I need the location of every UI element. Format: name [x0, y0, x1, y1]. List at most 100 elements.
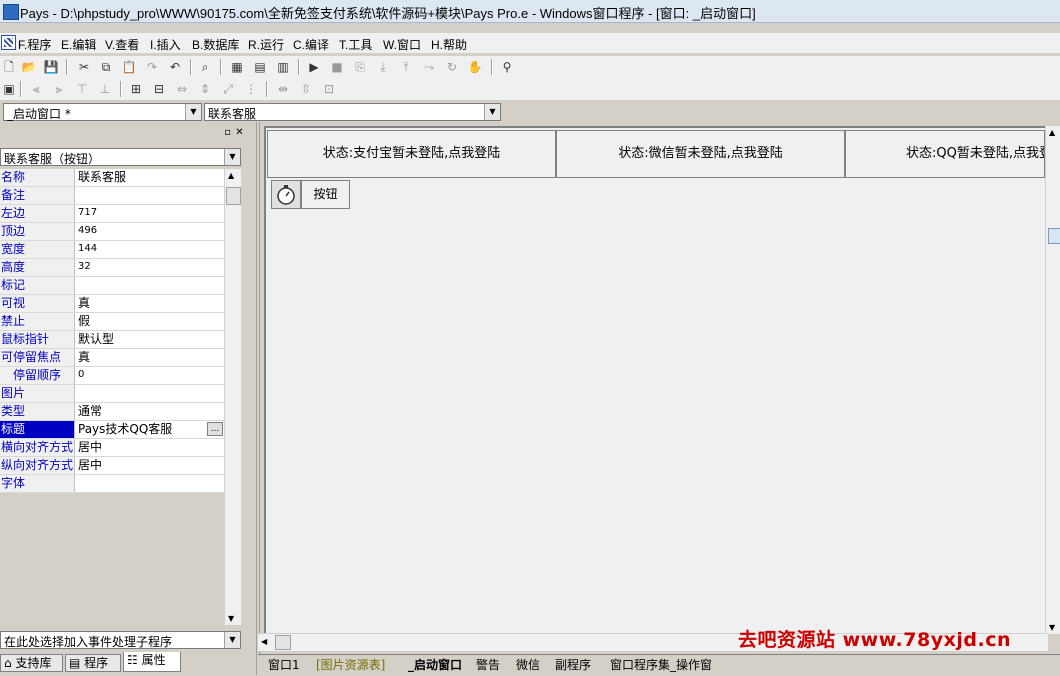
step2-icon[interactable]: ⤓ — [375, 59, 391, 75]
scroll-thumb[interactable] — [1048, 228, 1060, 244]
open-icon[interactable]: 📂 — [21, 59, 37, 75]
tab-support-library[interactable]: ⌂ 支持库 — [0, 654, 63, 672]
tab-startup-window[interactable]: _启动窗口 — [404, 656, 466, 674]
property-row[interactable]: 停留顺序 0 — [0, 367, 224, 385]
property-value[interactable]: 717 — [76, 205, 224, 222]
tab-program[interactable]: ▤ 程序 — [65, 654, 121, 672]
scroll-up-icon[interactable]: ▲ — [228, 171, 234, 180]
step4-icon[interactable]: ⤳ — [421, 59, 437, 75]
property-value[interactable]: 居中 — [76, 439, 224, 456]
scroll-thumb[interactable] — [226, 187, 241, 205]
menu-view[interactable]: V.查看 — [105, 36, 139, 53]
step1-icon[interactable]: ⎘ — [352, 59, 368, 75]
property-row[interactable]: 类型 通常 — [0, 403, 224, 421]
run-icon[interactable]: ▶ — [306, 59, 322, 75]
space-v-icon[interactable]: ⋮ — [243, 81, 259, 97]
redo-icon[interactable]: ↷ — [144, 59, 160, 75]
property-scrollbar[interactable]: ▲ ▼ — [224, 169, 241, 625]
restore-icon[interactable]: ▫ — [222, 127, 233, 138]
same-size-icon[interactable]: ⤢ — [220, 81, 236, 97]
qq-status-label[interactable]: 状态:QQ暂未登陆,点我登陆 — [845, 130, 1045, 178]
menu-window[interactable]: W.窗口 — [383, 36, 421, 53]
property-row-selected[interactable]: 标题 Pays技术QQ客服... — [0, 421, 224, 439]
align-top-icon[interactable]: ⊤ — [74, 81, 90, 97]
control-selector[interactable]: 联系客服 ▼ — [204, 103, 501, 121]
timer-control[interactable] — [271, 180, 301, 209]
property-value[interactable] — [76, 475, 224, 492]
property-row[interactable]: 备注 — [0, 187, 224, 205]
align-right-icon[interactable]: ⫸ — [51, 81, 67, 97]
menu-run[interactable]: R.运行 — [248, 36, 284, 53]
cut-icon[interactable]: ✂ — [76, 59, 92, 75]
form-designer-canvas[interactable] — [264, 126, 1060, 634]
window-selector[interactable]: _启动窗口 * ▼ — [3, 103, 202, 121]
property-row[interactable]: 宽度 144 — [0, 241, 224, 259]
tab-image-resources[interactable]: [图片资源表] — [312, 656, 389, 674]
layout1-icon[interactable]: ▦ — [229, 59, 245, 75]
scroll-thumb[interactable] — [275, 635, 291, 650]
save-icon[interactable]: 💾 — [43, 59, 59, 75]
button-control[interactable]: 按钮 — [301, 180, 350, 209]
center-h-icon[interactable]: ⊞ — [128, 81, 144, 97]
menu-compile[interactable]: C.编译 — [293, 36, 329, 53]
property-value[interactable]: 0 — [76, 367, 224, 384]
tab-window-assembly[interactable]: 窗口程序集_操作窗 — [606, 656, 716, 674]
binoculars-icon[interactable]: ⚲ — [499, 59, 515, 75]
property-row[interactable]: 顶边 496 — [0, 223, 224, 241]
property-row[interactable]: 可视真 — [0, 295, 224, 313]
find-icon[interactable]: ⌕ — [197, 59, 213, 75]
same-width-icon[interactable]: ⇔ — [174, 81, 190, 97]
tab-window1[interactable]: 窗口1 — [264, 656, 304, 674]
step3-icon[interactable]: ⤒ — [398, 59, 414, 75]
scroll-down-icon[interactable]: ▼ — [1049, 623, 1055, 632]
wechat-status-label[interactable]: 状态:微信暂未登陆,点我登陆 — [556, 130, 845, 178]
property-row[interactable]: 禁止假 — [0, 313, 224, 331]
space-h-icon[interactable]: ⇹ — [275, 81, 291, 97]
distribute-icon[interactable]: ⊡ — [321, 81, 337, 97]
chevron-down-icon[interactable]: ▼ — [484, 104, 500, 120]
tab-properties[interactable]: ☷ 属性 — [123, 652, 181, 672]
pane-splitter[interactable] — [246, 122, 264, 675]
property-value[interactable]: 假 — [76, 313, 224, 330]
scroll-up-icon[interactable]: ▲ — [1049, 128, 1055, 137]
scroll-left-icon[interactable]: ◀ — [261, 637, 267, 646]
property-value[interactable]: Pays技术QQ客服 — [76, 421, 224, 438]
property-value[interactable] — [76, 187, 224, 204]
property-row[interactable]: 高度 32 — [0, 259, 224, 277]
property-value[interactable]: 真 — [76, 295, 224, 312]
property-value[interactable] — [76, 385, 224, 402]
step5-icon[interactable]: ↻ — [444, 59, 460, 75]
scroll-down-icon[interactable]: ▼ — [228, 614, 234, 623]
property-row[interactable]: 标记 — [0, 277, 224, 295]
property-row[interactable]: 可停留焦点真 — [0, 349, 224, 367]
alipay-status-label[interactable]: 状态:支付宝暂未登陆,点我登陆 — [267, 130, 556, 178]
chevron-down-icon[interactable]: ▼ — [224, 632, 240, 648]
layout2-icon[interactable]: ▤ — [252, 59, 268, 75]
grid-icon[interactable]: ▣ — [1, 81, 17, 97]
menu-app-icon[interactable] — [1, 35, 16, 50]
hand-icon[interactable]: ✋ — [467, 59, 483, 75]
chevron-down-icon[interactable]: ▼ — [224, 149, 240, 165]
property-value[interactable]: 真 — [76, 349, 224, 366]
property-row[interactable]: 左边 717 — [0, 205, 224, 223]
property-value[interactable]: 496 — [76, 223, 224, 240]
chevron-down-icon[interactable]: ▼ — [185, 104, 201, 120]
ellipsis-button[interactable]: ... — [207, 422, 223, 436]
property-value[interactable] — [76, 277, 224, 294]
property-row[interactable]: 鼠标指针 默认型 — [0, 331, 224, 349]
new-icon[interactable]: 🗋 — [1, 59, 17, 75]
copy-icon[interactable]: ⧉ — [98, 59, 114, 75]
same-spacing-icon[interactable]: ⇳ — [298, 81, 314, 97]
menu-program[interactable]: F.程序 — [18, 36, 51, 53]
property-value[interactable]: 32 — [76, 259, 224, 276]
layout3-icon[interactable]: ▥ — [275, 59, 291, 75]
property-value[interactable]: 144 — [76, 241, 224, 258]
property-row[interactable]: 横向对齐方式 居中 — [0, 439, 224, 457]
property-value[interactable]: 通常 — [76, 403, 224, 420]
designer-vscrollbar[interactable]: ▲ ▼ — [1045, 126, 1060, 634]
menu-tools[interactable]: T.工具 — [339, 36, 372, 53]
property-row[interactable]: 纵向对齐方式 居中 — [0, 457, 224, 475]
tab-warning[interactable]: 警告 — [472, 656, 504, 674]
tab-wechat[interactable]: 微信 — [512, 656, 544, 674]
same-height-icon[interactable]: ⇕ — [197, 81, 213, 97]
